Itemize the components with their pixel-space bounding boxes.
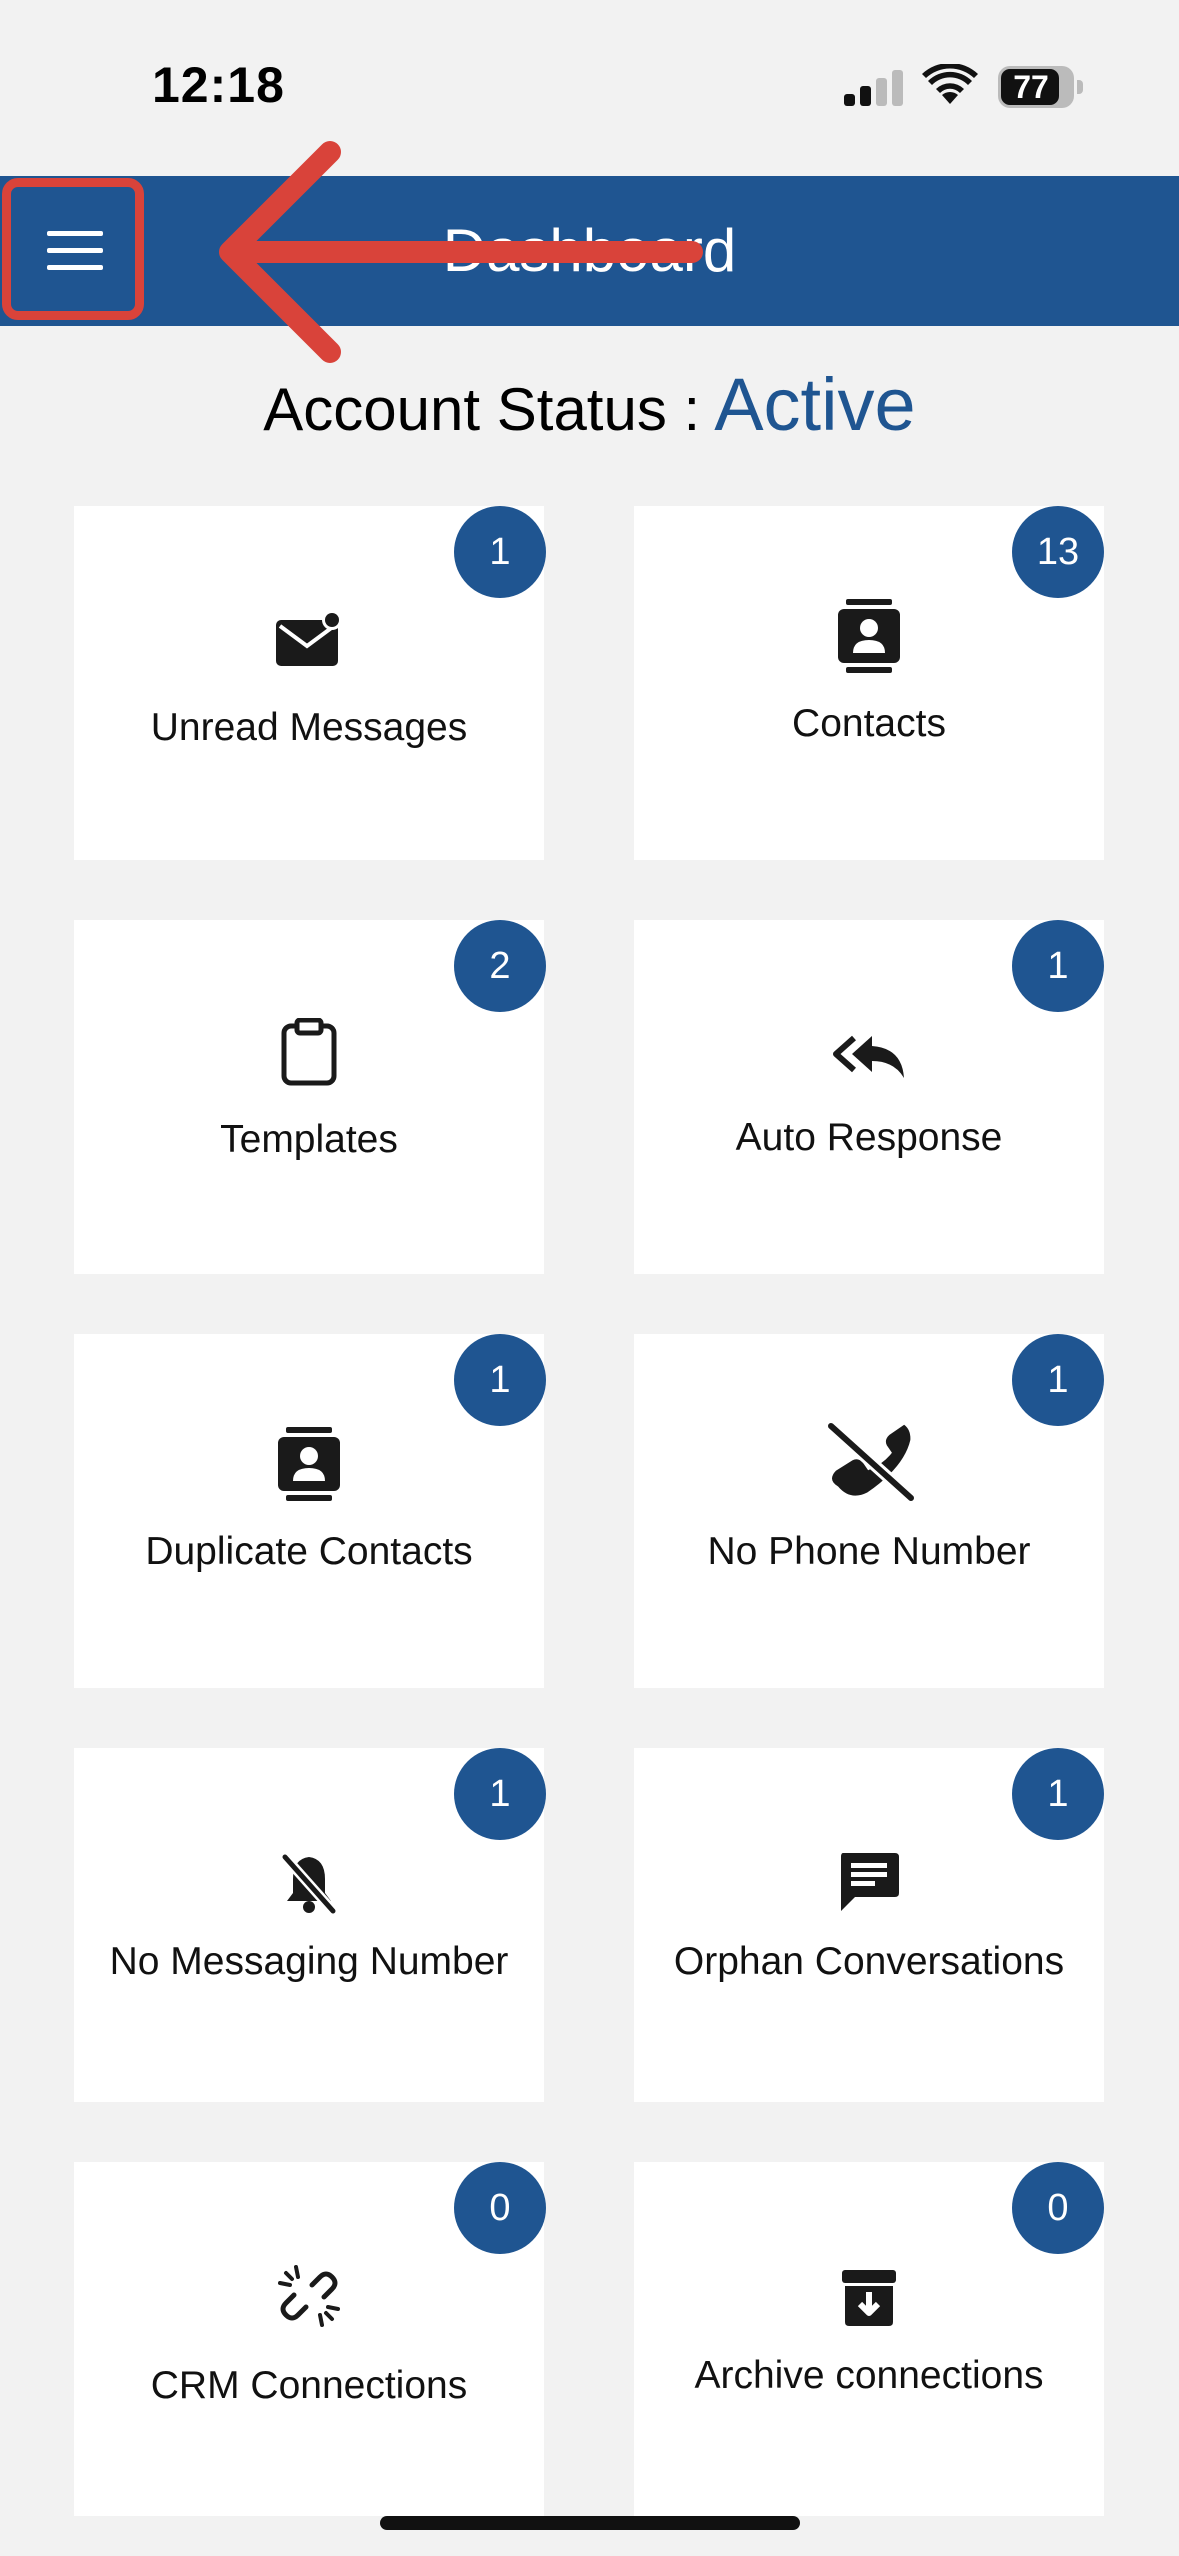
count-badge: 1 <box>1012 920 1104 1012</box>
archive-box-icon <box>842 2270 896 2326</box>
card-label: Unread Messages <box>150 706 468 749</box>
contact-card-icon <box>278 1427 340 1501</box>
count-badge: 1 <box>1012 1748 1104 1840</box>
count-badge: 13 <box>1012 506 1104 598</box>
mail-notification-icon <box>276 610 342 666</box>
card-label: Contacts <box>792 702 946 745</box>
count-badge: 2 <box>454 920 546 1012</box>
count-badge: 1 <box>454 1748 546 1840</box>
card-label: Duplicate Contacts <box>145 1530 473 1573</box>
count-badge: 1 <box>454 506 546 598</box>
reply-all-icon <box>833 1035 904 1078</box>
card-label: No Phone Number <box>707 1530 1031 1573</box>
home-indicator[interactable] <box>380 2516 800 2530</box>
contact-card-icon <box>838 599 900 673</box>
count-badge: 0 <box>1012 2162 1104 2254</box>
clipboard-icon <box>281 1018 337 1086</box>
broken-link-icon <box>278 2265 340 2327</box>
bell-off-icon <box>281 1853 337 1915</box>
count-badge: 1 <box>1012 1334 1104 1426</box>
card-label: Templates <box>220 1118 398 1161</box>
card-label: Orphan Conversations <box>673 1940 1065 1983</box>
count-badge: 1 <box>454 1334 546 1426</box>
card-label: Auto Response <box>735 1116 1003 1159</box>
dashboard-grid: Unread Messages 1 Contacts 13 Templates … <box>0 0 1179 2556</box>
card-label: No Messaging Number <box>109 1940 509 1983</box>
count-badge: 0 <box>454 2162 546 2254</box>
card-label: CRM Connections <box>150 2364 468 2407</box>
phone-off-icon <box>826 1422 915 1502</box>
card-label: Archive connections <box>694 2354 1044 2397</box>
chat-message-icon <box>841 1853 899 1911</box>
